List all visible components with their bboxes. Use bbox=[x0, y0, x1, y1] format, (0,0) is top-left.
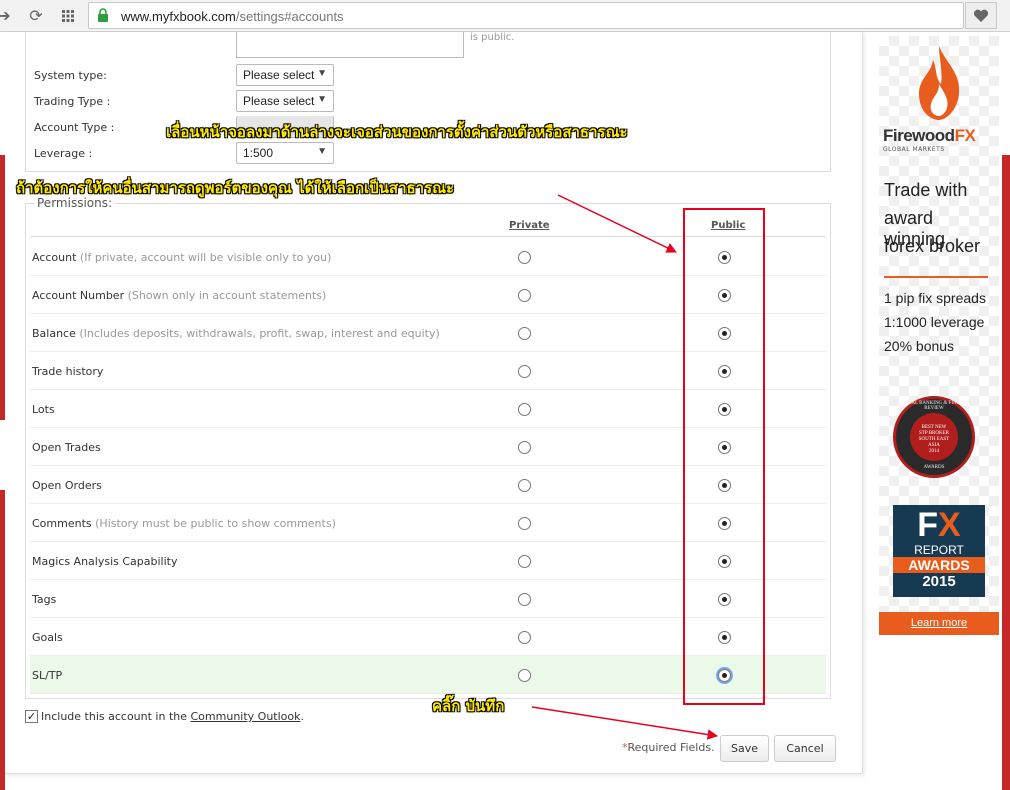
required-fields-note: *Required Fields. bbox=[622, 741, 715, 754]
ad-point-1: 1 pip fix spreads bbox=[884, 290, 986, 306]
private-radio[interactable] bbox=[518, 289, 531, 302]
fx-report-awards-badge: FX REPORT AWARDS 2015 bbox=[893, 505, 985, 597]
permission-hint: (If private, account will be visible onl… bbox=[79, 251, 332, 264]
private-radio[interactable] bbox=[518, 365, 531, 378]
permission-label: Comments (History must be public to show… bbox=[32, 517, 336, 530]
permission-hint: (Shown only in account statements) bbox=[127, 289, 327, 302]
private-column-header: Private bbox=[509, 220, 550, 231]
apps-grid-icon[interactable] bbox=[58, 6, 78, 26]
private-radio[interactable] bbox=[518, 251, 531, 264]
description-textarea[interactable] bbox=[236, 32, 464, 58]
permission-label: Magics Analysis Capability bbox=[32, 555, 178, 568]
permission-hint: (History must be public to show comments… bbox=[95, 517, 336, 530]
click-save-annotation: คลิ๊ก บันทึก bbox=[432, 697, 505, 715]
include-community-checkbox[interactable]: ✓ bbox=[25, 710, 38, 723]
firewoodfx-ad-banner[interactable]: FirewoodFX GLOBAL MARKETS Trade with awa… bbox=[879, 36, 999, 634]
private-radio[interactable] bbox=[518, 479, 531, 492]
trading-type-label: Trading Type : bbox=[34, 95, 111, 108]
is-public-note: is public. bbox=[470, 32, 515, 43]
private-radio[interactable] bbox=[518, 593, 531, 606]
back-arrow-icon[interactable]: ➔ bbox=[0, 6, 14, 26]
ad-point-2: 1:1000 leverage bbox=[884, 314, 985, 330]
permission-hint: (Includes deposits, withdrawals, profit,… bbox=[79, 327, 440, 340]
account-details-box: is public. System type: Please select ▼ T… bbox=[25, 32, 831, 172]
ad-brand-subtitle: GLOBAL MARKETS bbox=[883, 146, 945, 153]
choose-public-annotation: ถ้าต้องการให้คนอื่นสามารถดูพอร์ตของคุณ ไ… bbox=[16, 179, 455, 197]
private-radio[interactable] bbox=[518, 403, 531, 416]
permission-label: Account (If private, account will be vis… bbox=[32, 251, 332, 264]
browser-toolbar: ➔ ⟳ www.myfxbook.com/settings#accounts bbox=[0, 0, 1010, 32]
permission-label: Trade history bbox=[32, 365, 104, 378]
trading-type-select[interactable]: Please select ▼ bbox=[236, 90, 334, 112]
permission-label: Account Number (Shown only in account st… bbox=[32, 289, 327, 302]
chevron-down-icon: ▼ bbox=[317, 94, 327, 105]
ad-divider bbox=[884, 276, 988, 278]
leverage-select[interactable]: 1:500 ▼ bbox=[236, 142, 334, 164]
ad-tagline-1: Trade with bbox=[884, 180, 968, 200]
chevron-down-icon: ▼ bbox=[317, 146, 327, 157]
permission-label: Open Trades bbox=[32, 441, 101, 454]
award-seal-badge: GLOBAL BANKING & FINANCE REVIEW BEST NEW… bbox=[893, 396, 975, 478]
bookmark-heart-button[interactable] bbox=[965, 2, 997, 29]
include-community-label: Include this account in the Community Ou… bbox=[41, 710, 304, 723]
flame-logo-icon bbox=[919, 46, 960, 120]
scroll-down-annotation: เลื่อนหน้าจอลงมาด้านล่างจะเจอส่วนของการต… bbox=[166, 123, 628, 141]
reload-icon[interactable]: ⟳ bbox=[26, 6, 46, 26]
ad-tagline-3: forex broker bbox=[884, 236, 981, 256]
permission-label: Goals bbox=[32, 631, 63, 644]
ad-point-3: 20% bonus bbox=[884, 338, 955, 354]
cancel-button[interactable]: Cancel bbox=[774, 735, 836, 762]
public-column-highlight-box bbox=[683, 208, 765, 705]
chevron-down-icon: ▼ bbox=[317, 68, 327, 79]
page-edge-decoration-right bbox=[1002, 155, 1010, 790]
private-radio[interactable] bbox=[518, 555, 531, 568]
permission-label: Lots bbox=[32, 403, 55, 416]
permission-label: Balance (Includes deposits, withdrawals,… bbox=[32, 327, 440, 340]
account-type-label: Account Type : bbox=[34, 121, 115, 134]
url-text: www.myfxbook.com/settings#accounts bbox=[121, 9, 344, 24]
system-type-select[interactable]: Please select ▼ bbox=[236, 64, 334, 86]
ad-brand-name: FirewoodFX bbox=[883, 126, 976, 145]
private-radio[interactable] bbox=[518, 327, 531, 340]
system-type-label: System type: bbox=[34, 69, 107, 82]
heart-icon bbox=[973, 9, 989, 22]
leverage-label: Leverage : bbox=[34, 147, 93, 160]
address-bar[interactable]: www.myfxbook.com/settings#accounts bbox=[88, 2, 964, 29]
private-radio[interactable] bbox=[518, 441, 531, 454]
lock-icon bbox=[98, 8, 108, 22]
private-radio[interactable] bbox=[518, 631, 531, 644]
permission-label: Tags bbox=[32, 593, 57, 606]
private-radio[interactable] bbox=[518, 669, 531, 682]
save-button[interactable]: Save bbox=[720, 735, 769, 762]
private-radio[interactable] bbox=[518, 517, 531, 530]
community-outlook-link[interactable]: Community Outlook bbox=[191, 710, 301, 723]
permission-label: SL/TP bbox=[32, 669, 63, 682]
permission-label: Open Orders bbox=[32, 479, 102, 492]
ad-learn-more-button[interactable]: Learn more bbox=[879, 612, 999, 635]
